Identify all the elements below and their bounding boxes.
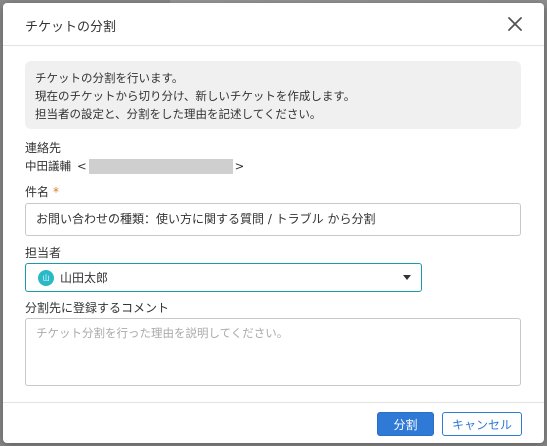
cancel-button[interactable]: キャンセル (442, 412, 522, 436)
info-message: チケットの分割を行います。 現在のチケットから切り分け、新しいチケットを作成しま… (25, 61, 521, 129)
assignee-select[interactable]: 山 山田太郎 (25, 263, 422, 292)
info-line: チケットの分割を行います。 (35, 71, 184, 85)
split-ticket-dialog: チケットの分割 チケットの分割を行います。 現在のチケットから切り分け、新しいチ… (3, 3, 544, 443)
contact-value: 中田議輔 < > (25, 158, 244, 174)
assignee-value: 山田太郎 (60, 271, 109, 285)
assignee-label: 担当者 (25, 246, 62, 260)
chevron-down-icon (403, 275, 411, 280)
contact-label: 連絡先 (25, 141, 62, 155)
avatar: 山 (38, 269, 54, 286)
close-button[interactable] (504, 13, 526, 35)
dialog-footer: 分割 キャンセル (3, 402, 544, 444)
subject-input[interactable]: お問い合わせの種類：使い方に関する質問 / トラブル から分割 (25, 203, 521, 236)
masked-email (88, 158, 233, 174)
info-line: 担当者の設定と、分割をした理由を記述してください。 (35, 107, 322, 121)
comment-textarea[interactable]: チケット分割を行った理由を説明してください。 (25, 318, 521, 386)
split-button[interactable]: 分割 (377, 412, 434, 436)
subject-label: 件名 * (25, 183, 59, 200)
info-line: 現在のチケットから切り分け、新しいチケットを作成します。 (35, 89, 356, 103)
close-icon (508, 17, 522, 31)
dialog-title: チケットの分割 (25, 20, 117, 35)
contact-bracket-close: > (234, 159, 245, 173)
contact-bracket-open: < (77, 159, 87, 173)
required-mark: * (53, 185, 60, 199)
dialog-header: チケットの分割 (3, 3, 544, 46)
comment-label: 分割先に登録するコメント (25, 301, 170, 315)
subject-label-text: 件名 (25, 185, 50, 199)
contact-name: 中田議輔 (25, 159, 71, 173)
